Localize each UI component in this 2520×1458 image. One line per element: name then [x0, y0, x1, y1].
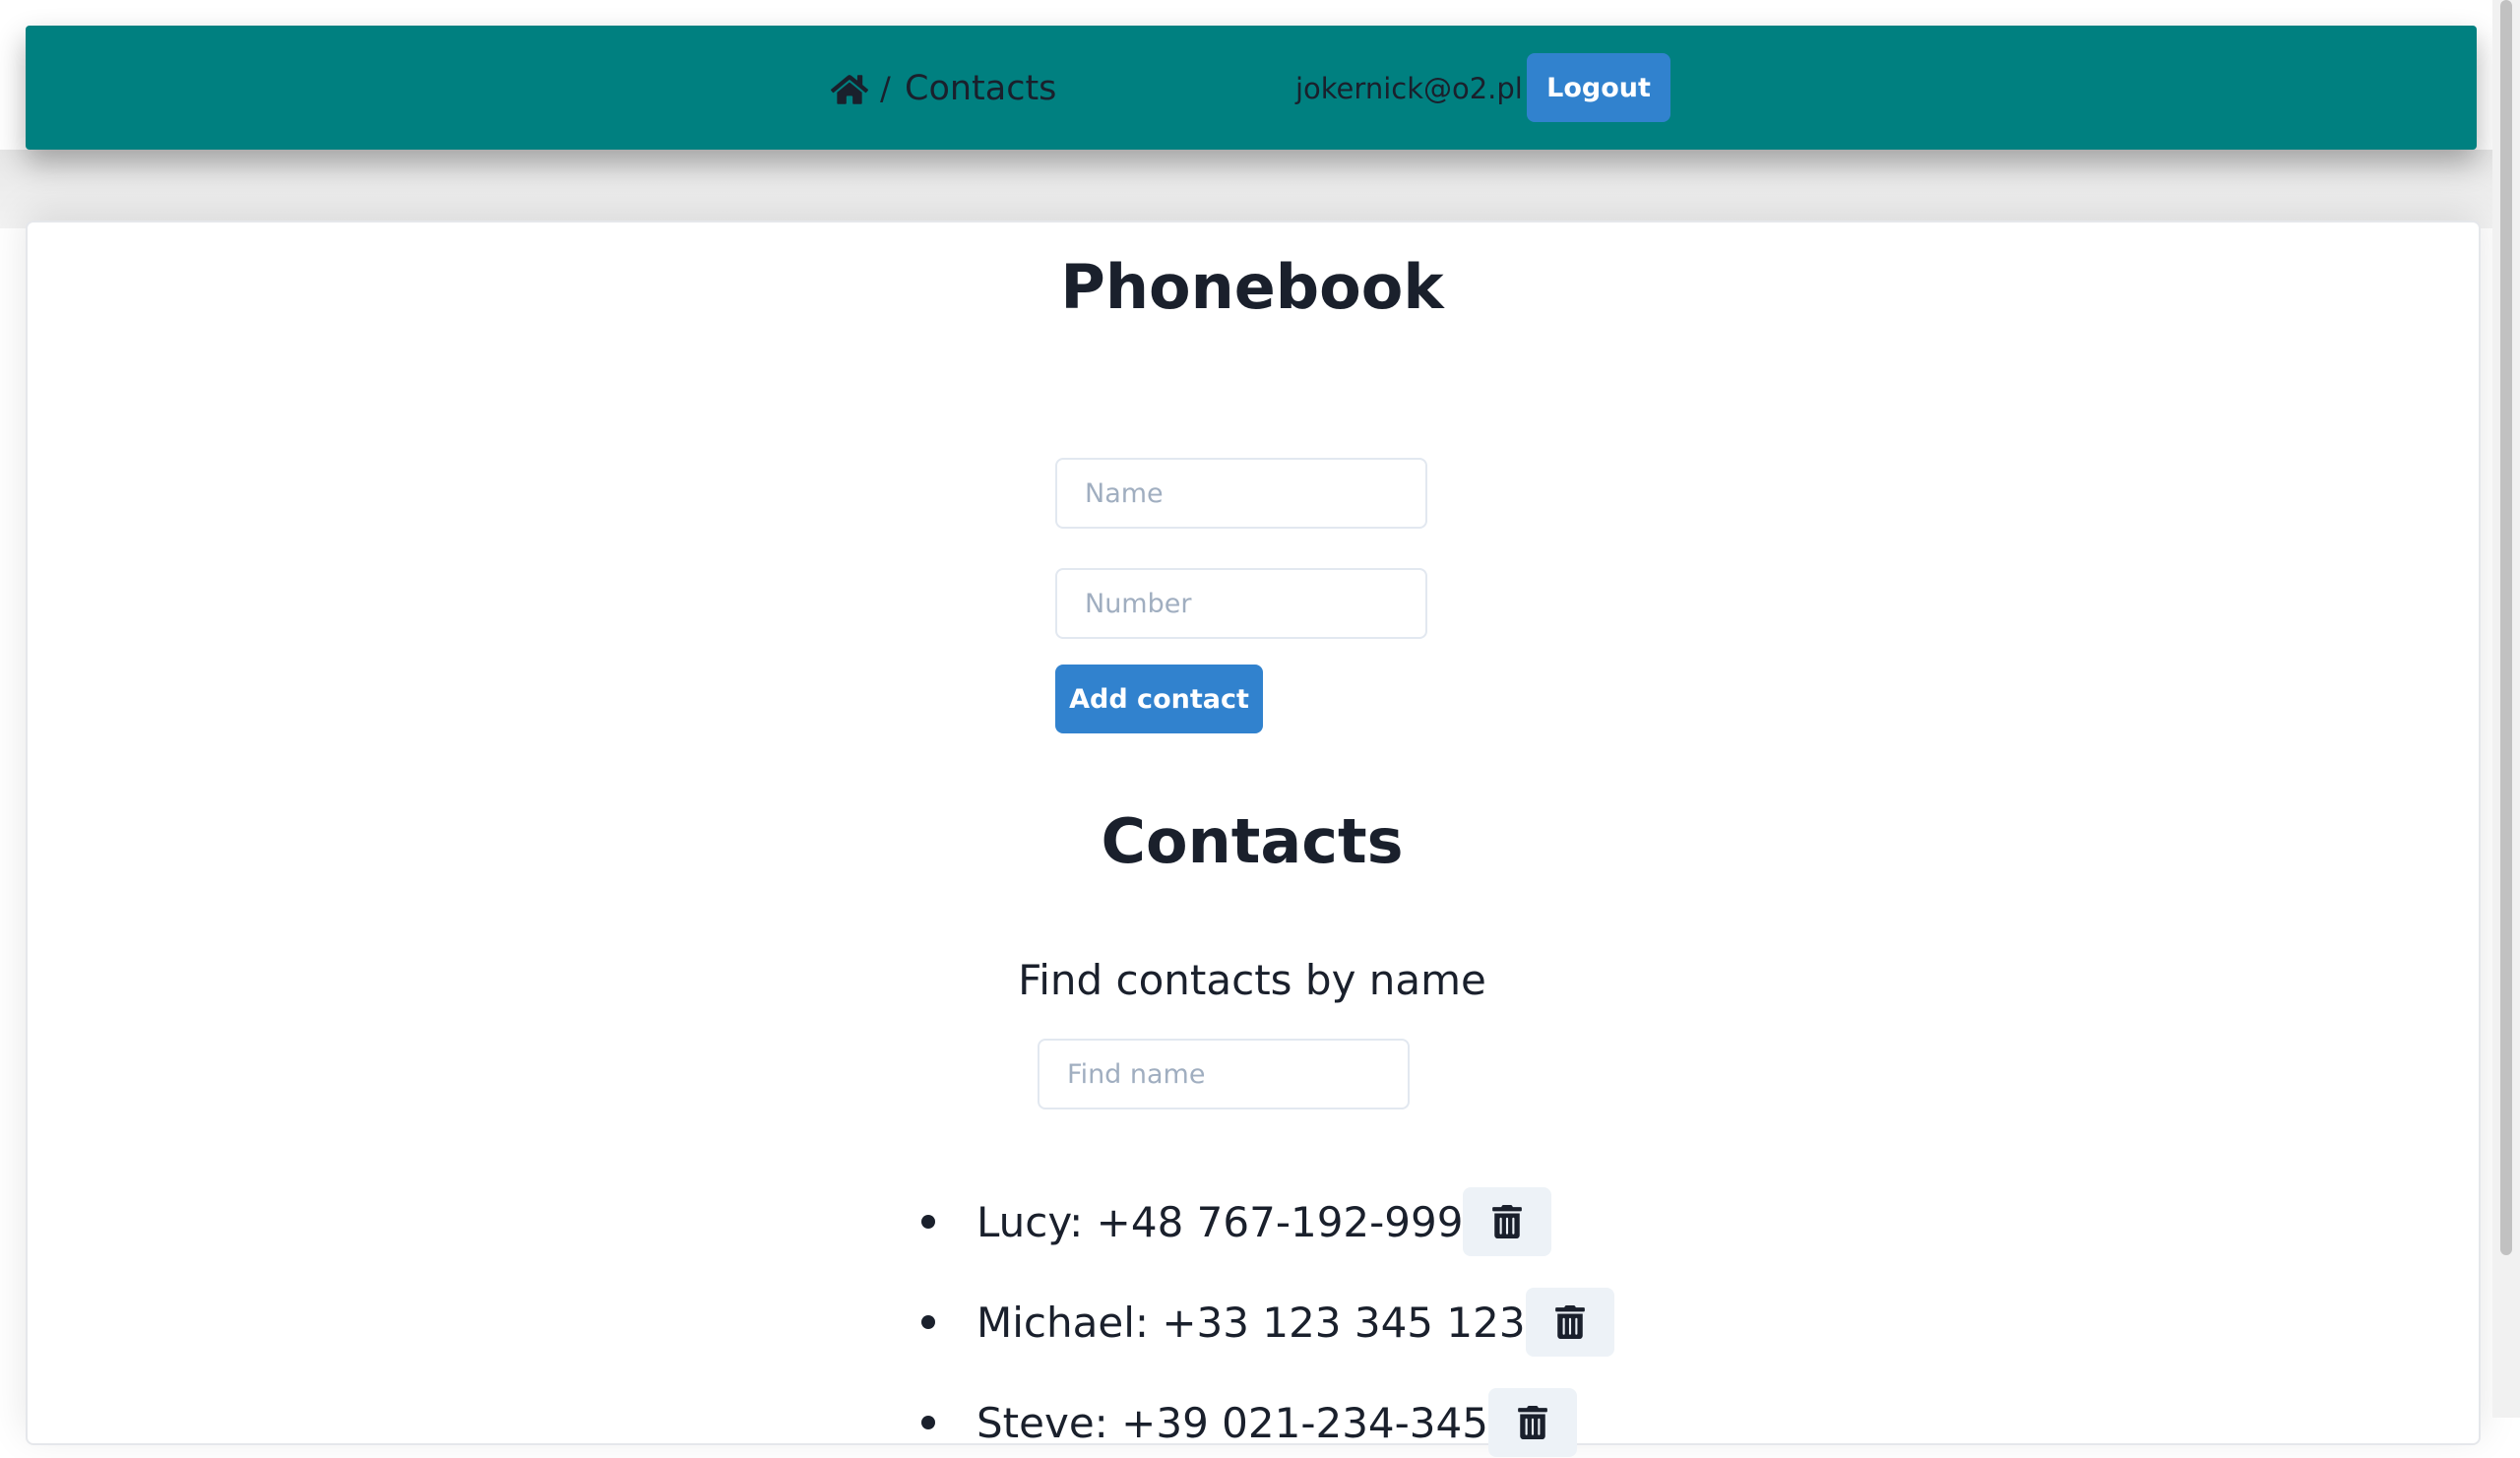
find-name-input[interactable] — [1038, 1039, 1410, 1109]
delete-contact-button[interactable] — [1463, 1187, 1552, 1256]
contact-text: Lucy: +48 767-192-999 — [976, 1197, 1464, 1246]
logout-button[interactable]: Logout — [1527, 53, 1670, 122]
scrollbar-thumb[interactable] — [2500, 0, 2512, 1255]
contact-item: Lucy: +48 767-192-999 — [921, 1186, 1552, 1257]
trash-icon — [1554, 1305, 1585, 1339]
list-bullet — [921, 1315, 935, 1329]
app-header — [26, 26, 2477, 150]
number-input[interactable] — [1055, 568, 1427, 639]
contacts-heading: Contacts — [1101, 805, 1404, 877]
filter-label: Find contacts by name — [1018, 956, 1486, 1004]
list-bullet — [921, 1215, 935, 1229]
page-title: Phonebook — [1060, 251, 1444, 323]
delete-contact-button[interactable] — [1525, 1288, 1614, 1357]
home-link[interactable] — [827, 65, 874, 114]
trash-icon — [1518, 1406, 1547, 1439]
breadcrumb-separator: / — [880, 70, 891, 107]
contact-item: Steve: +39 021-234-345 — [921, 1387, 1577, 1458]
page: / Contacts jokernick@o2.pl Logout Phoneb… — [0, 0, 2492, 1457]
vertical-scrollbar[interactable] — [2492, 0, 2520, 1418]
contact-text: Steve: +39 021-234-345 — [976, 1398, 1488, 1447]
home-icon — [831, 75, 868, 104]
user-email: jokernick@o2.pl — [1295, 72, 1523, 105]
contact-text: Michael: +33 123 345 123 — [976, 1298, 1526, 1347]
delete-contact-button[interactable] — [1487, 1388, 1577, 1457]
contact-item: Michael: +33 123 345 123 — [921, 1287, 1614, 1358]
name-input[interactable] — [1055, 458, 1427, 529]
trash-icon — [1492, 1205, 1523, 1238]
breadcrumb-contacts-link[interactable]: Contacts — [905, 65, 1056, 112]
list-bullet — [921, 1416, 935, 1429]
add-contact-button[interactable]: Add contact — [1055, 665, 1263, 733]
page-background-band — [0, 150, 2492, 228]
